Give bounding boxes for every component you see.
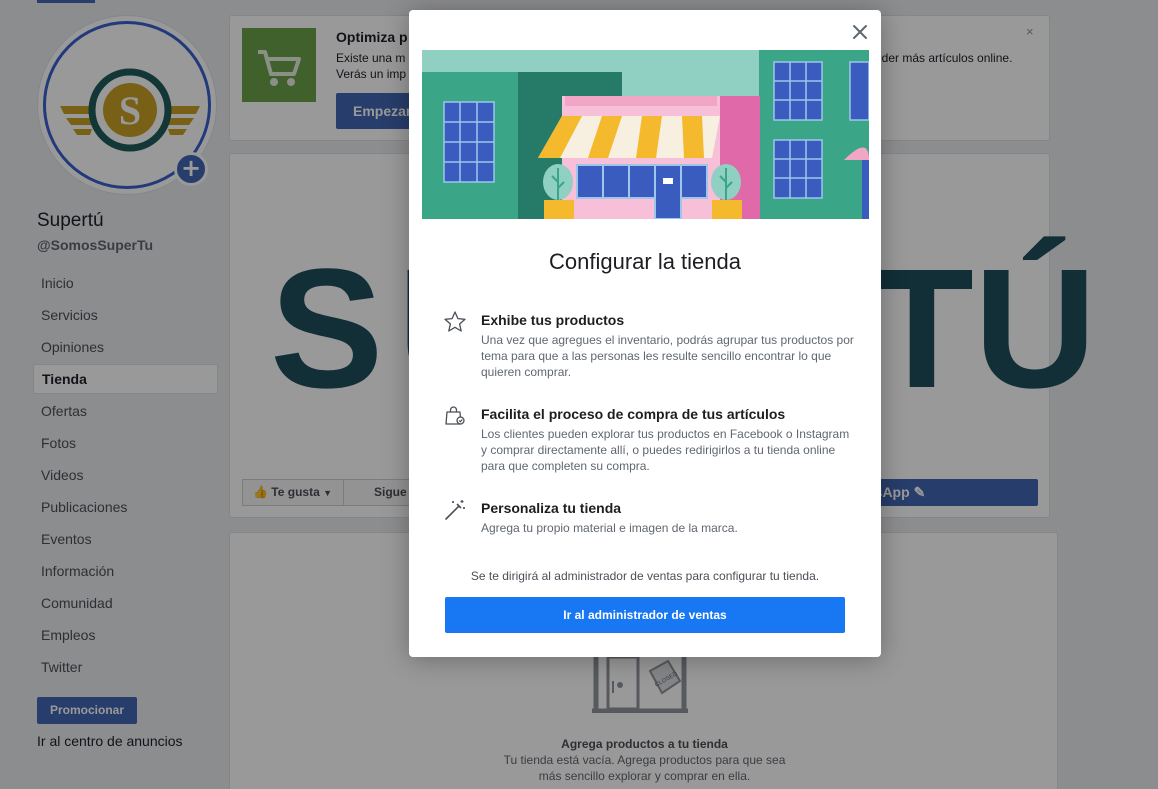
feature-description: Una vez que agregues el inventario, podr… [481,333,854,379]
feature-title: Personaliza tu tienda [481,500,622,516]
feature-description: Los clientes pueden explorar tus product… [481,427,850,473]
redirect-note: Se te dirigirá al administrador de venta… [470,569,820,583]
feature-title: Exhibe tus productos [481,312,625,328]
close-icon[interactable] [850,22,870,42]
shopping-bag-icon [445,406,465,425]
configure-shop-dialog: Configurar la tienda Exhibe tus producto… [409,10,881,657]
go-to-commerce-manager-button[interactable]: Ir al administrador de ventas [445,597,845,633]
feature-title: Facilita el proceso de compra de tus art… [481,406,786,422]
feature-description: Agrega tu propio material e imagen de la… [481,521,738,535]
magic-wand-icon [445,500,465,520]
star-icon [444,311,466,332]
dialog-title: Configurar la tienda [548,249,741,274]
storefront-illustration [422,50,869,219]
